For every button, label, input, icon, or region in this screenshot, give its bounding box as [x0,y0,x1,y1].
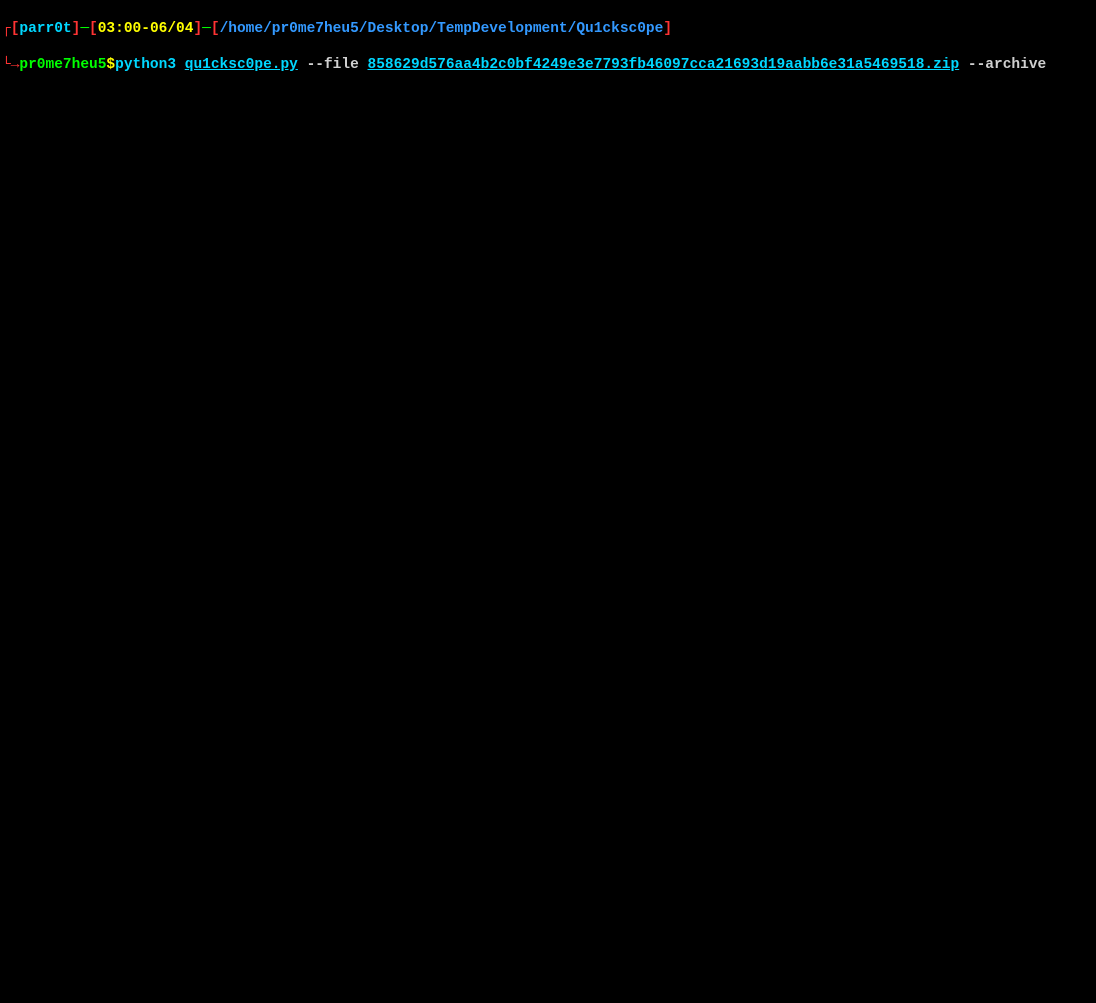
prompt-bracket: ] [663,21,672,37]
prompt-dash: ─ [202,21,211,37]
prompt-dash: ─ [80,21,89,37]
prompt-line-1: ┌[parr0t]─[03:00-06/04]─[/home/pr0me7heu… [2,20,1096,38]
prompt-username: pr0me7heu5 [19,57,106,73]
prompt-bracket: [ [89,21,98,37]
command-script: qu1cksc0pe.py [185,57,298,73]
prompt-corner-top: ┌ [2,21,11,37]
prompt-cwd: /home/pr0me7heu5/Desktop/TempDevelopment… [220,21,664,37]
prompt-line-2: └→pr0me7heu5$python3 qu1cksc0pe.py --fil… [2,56,1096,74]
command-flag-file: --file [298,57,368,73]
prompt-bracket: ] [193,21,202,37]
command-filename: 858629d576aa4b2c0bf4249e3e7793fb46097cca… [368,57,960,73]
terminal-output[interactable]: ┌[parr0t]─[03:00-06/04]─[/home/pr0me7heu… [0,2,1096,92]
prompt-dollar: $ [106,57,115,73]
command-flag-archive: --archive [959,57,1046,73]
command-python: python3 [115,57,185,73]
prompt-timestamp: 03:00-06/04 [98,21,194,37]
prompt-bracket: [ [211,21,220,37]
prompt-hostname: parr0t [19,21,71,37]
prompt-corner-bottom: └→ [2,57,19,73]
